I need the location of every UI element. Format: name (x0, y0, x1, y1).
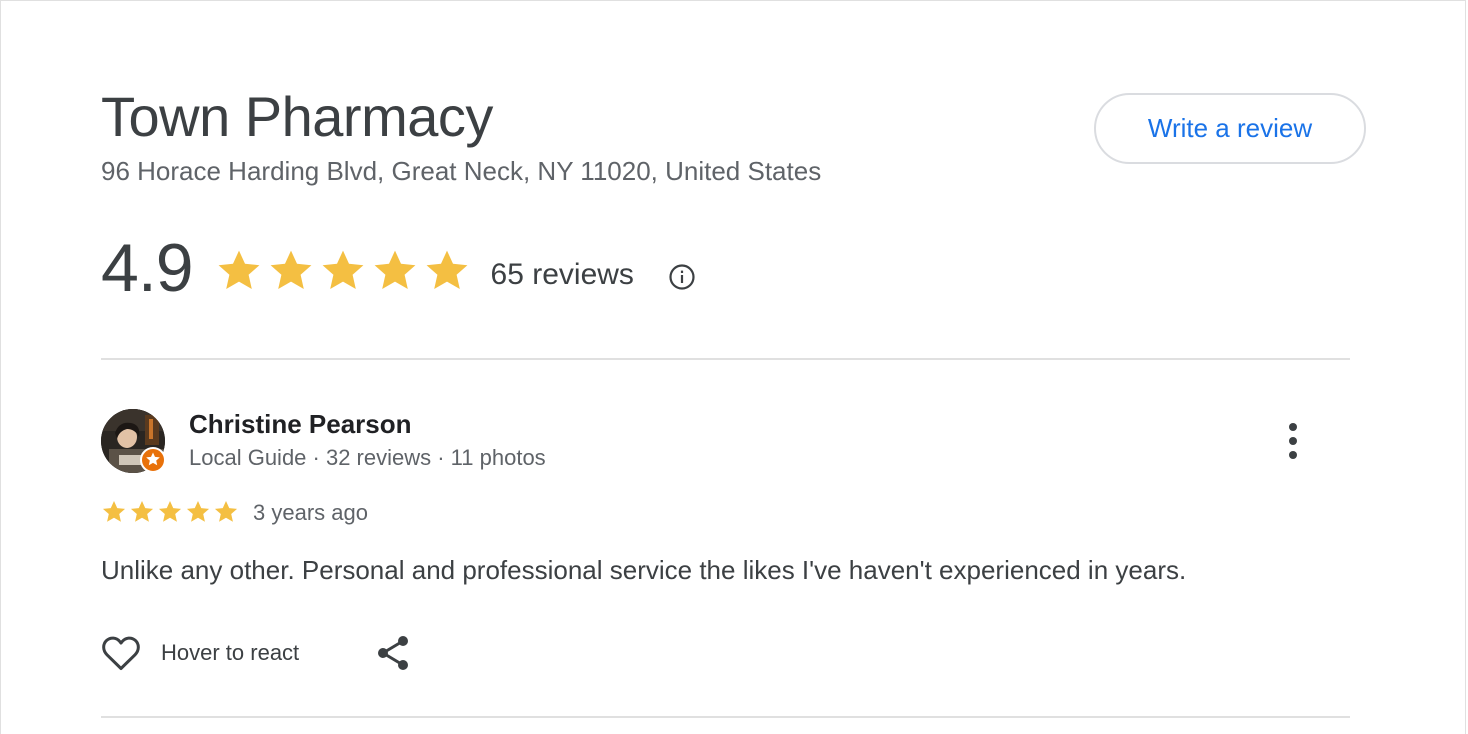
reviewer-name[interactable]: Christine Pearson (189, 408, 412, 440)
review-date: 3 years ago (253, 500, 368, 525)
star-icon (158, 500, 182, 522)
rating-value: 4.9 (101, 230, 194, 306)
reviewer-meta: Local Guide · 32 reviews · 11 photos (189, 445, 546, 470)
business-address: 96 Horace Harding Blvd, Great Neck, NY 1… (101, 156, 822, 186)
share-icon[interactable] (373, 633, 413, 673)
star-icon (186, 500, 210, 522)
review-text: Unlike any other. Personal and professio… (101, 555, 1187, 585)
divider (101, 716, 1350, 718)
star-icon (270, 250, 311, 289)
rating-stars (215, 247, 471, 295)
write-review-button[interactable]: Write a review (1094, 93, 1366, 164)
star-icon (130, 500, 154, 522)
divider (101, 358, 1350, 360)
star-icon (214, 500, 238, 522)
rating-summary: 4.9 65 reviews (101, 228, 634, 308)
heart-icon[interactable] (100, 634, 142, 672)
star-icon (218, 250, 259, 289)
review-stars (101, 499, 239, 525)
more-vert-icon[interactable] (1280, 420, 1306, 462)
react-label[interactable]: Hover to react (161, 638, 299, 668)
local-guide-badge-icon (140, 447, 166, 473)
star-icon (322, 250, 363, 289)
business-name: Town Pharmacy (101, 85, 493, 148)
star-icon (374, 250, 415, 289)
star-icon (102, 500, 126, 522)
info-icon[interactable] (668, 263, 696, 291)
star-icon (426, 250, 467, 289)
review-count[interactable]: 65 reviews (491, 258, 634, 292)
